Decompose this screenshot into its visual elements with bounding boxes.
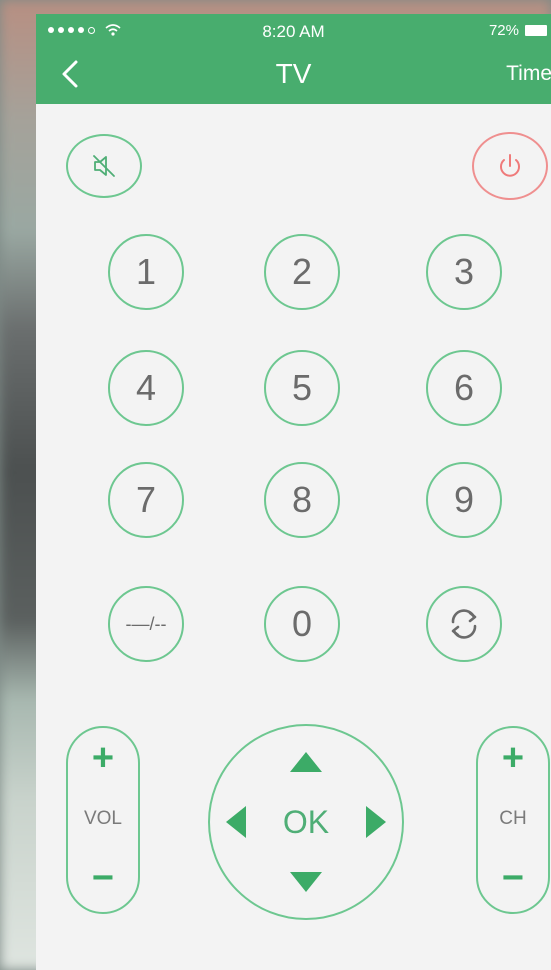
volume-rocker: + VOL − <box>66 726 140 914</box>
battery-indicator: 72% <box>489 22 547 39</box>
up-arrow-button[interactable] <box>290 752 322 772</box>
power-button[interactable] <box>472 132 548 200</box>
power-icon <box>500 154 520 177</box>
remote-screen: 8:20 AM 72% TV Timer 1 2 3 4 5 6 7 8 9 - <box>36 14 551 970</box>
timer-button[interactable]: Timer <box>506 62 551 86</box>
down-arrow-button[interactable] <box>290 872 322 892</box>
volume-down-button[interactable]: − <box>68 857 138 899</box>
page-title: TV <box>275 58 312 89</box>
channel-down-button[interactable]: − <box>478 857 548 899</box>
volume-label: VOL <box>83 808 123 829</box>
nav-bar: 8:20 AM 72% TV Timer <box>36 14 551 104</box>
ok-button[interactable]: OK <box>210 804 402 841</box>
mute-icon <box>93 155 115 177</box>
mute-button[interactable] <box>66 134 142 198</box>
digit-2-button[interactable]: 2 <box>264 234 340 310</box>
battery-percent: 72% <box>488 22 519 39</box>
volume-up-button[interactable]: + <box>68 737 138 779</box>
digit-0-button[interactable]: 0 <box>264 586 340 662</box>
digit-7-button[interactable]: 7 <box>108 462 184 538</box>
digit-4-button[interactable]: 4 <box>108 350 184 426</box>
direction-pad: OK <box>208 724 404 920</box>
swap-channel-button[interactable] <box>426 586 502 662</box>
digit-8-button[interactable]: 8 <box>264 462 340 538</box>
digit-3-button[interactable]: 3 <box>426 234 502 310</box>
channel-label: CH <box>499 808 527 829</box>
battery-icon <box>525 25 547 36</box>
digit-9-button[interactable]: 9 <box>426 462 502 538</box>
digit-5-button[interactable]: 5 <box>264 350 340 426</box>
channel-rocker: + CH − <box>476 726 550 914</box>
digit-6-button[interactable]: 6 <box>426 350 502 426</box>
channel-up-button[interactable]: + <box>478 737 548 779</box>
status-bar: 8:20 AM 72% <box>36 14 551 48</box>
status-time: 8:20 AM <box>262 22 325 41</box>
refresh-icon <box>451 609 477 639</box>
digit-1-button[interactable]: 1 <box>108 234 184 310</box>
dash-digit-button[interactable]: -—/-- <box>108 586 184 662</box>
